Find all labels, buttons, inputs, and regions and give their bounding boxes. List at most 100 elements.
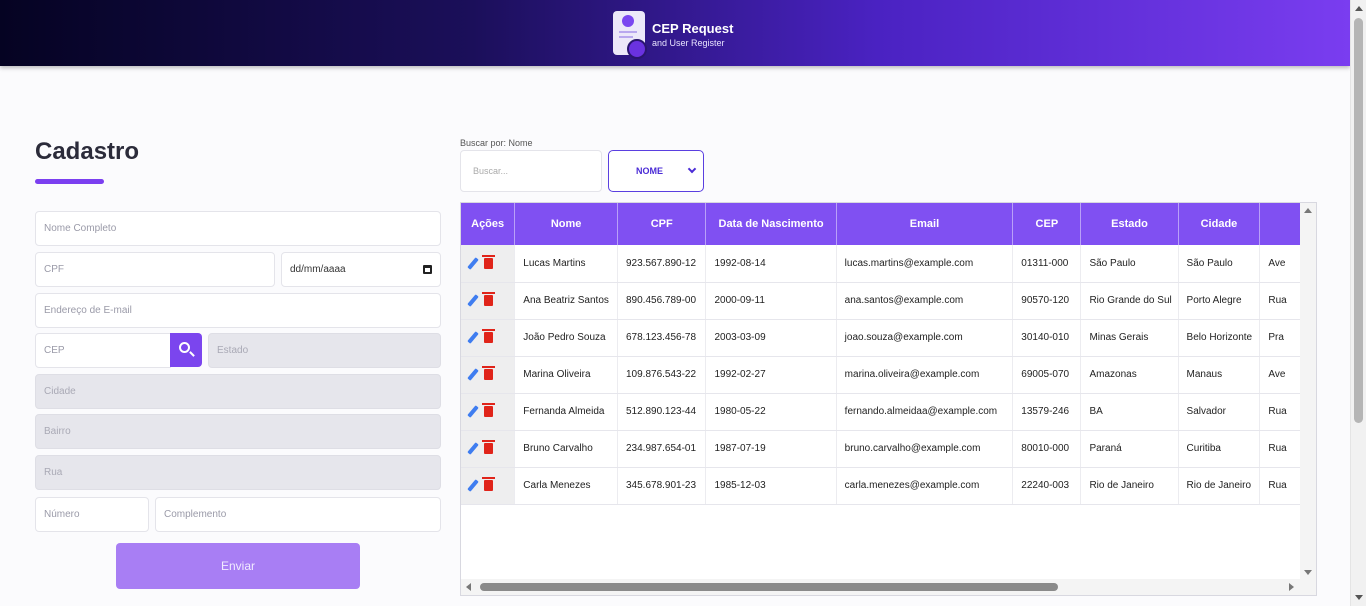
- cell-nome: Marina Oliveira: [514, 356, 618, 394]
- edit-icon[interactable]: [467, 442, 479, 455]
- table-row: Carla Menezes 345.678.901-23 1985-12-03 …: [461, 467, 1316, 505]
- page-scrollbar-thumb[interactable]: [1354, 18, 1363, 423]
- trash-icon[interactable]: [482, 440, 495, 454]
- trash-icon[interactable]: [482, 477, 495, 491]
- row-actions: [461, 319, 516, 357]
- cell-estado: Rio Grande do Sul: [1080, 282, 1179, 320]
- row-actions: [461, 430, 516, 468]
- users-table-container: Ações Nome CPF Data de Nascimento Email …: [460, 202, 1317, 596]
- trash-icon[interactable]: [482, 403, 495, 417]
- calendar-icon[interactable]: [423, 265, 432, 274]
- cell-cidade: Curitiba: [1178, 430, 1261, 468]
- table-scroll-down-icon[interactable]: [1304, 570, 1312, 575]
- trash-icon[interactable]: [482, 254, 495, 269]
- col-header-nascimento: Data de Nascimento: [705, 203, 837, 245]
- table-scroll-right-icon[interactable]: [1289, 583, 1294, 591]
- edit-icon[interactable]: [467, 256, 479, 270]
- cell-estado: Rio de Janeiro: [1080, 467, 1179, 505]
- bairro-field: Bairro: [35, 414, 441, 449]
- cell-nascimento: 2000-09-11: [705, 282, 837, 320]
- edit-icon[interactable]: [467, 479, 479, 492]
- cell-email: marina.oliveira@example.com: [836, 356, 1014, 394]
- cell-cep: 90570-120: [1012, 282, 1082, 320]
- cell-nome: Carla Menezes: [514, 467, 618, 505]
- cell-nome: Fernanda Almeida: [514, 393, 618, 431]
- cell-cpf: 109.876.543-22: [617, 356, 707, 394]
- col-header-nome: Nome: [514, 203, 618, 245]
- numero-field[interactable]: Número: [35, 497, 149, 532]
- edit-icon[interactable]: [467, 368, 479, 381]
- cell-cidade: Manaus: [1178, 356, 1261, 394]
- table-scrollbar-thumb[interactable]: [480, 583, 1058, 591]
- app-title: CEP Request: [652, 21, 734, 36]
- estado-field: Estado: [208, 333, 441, 368]
- search-input[interactable]: Buscar...: [460, 150, 602, 192]
- cell-nascimento: 1980-05-22: [705, 393, 837, 431]
- map-pin-icon: [627, 39, 647, 59]
- cell-cep: 80010-000: [1012, 430, 1082, 468]
- edit-icon[interactable]: [467, 294, 479, 307]
- email-field[interactable]: Endereço de E-mail: [35, 293, 441, 328]
- row-actions: [461, 245, 516, 283]
- cep-search-button[interactable]: [170, 333, 202, 367]
- cell-cpf: 512.890.123-44: [617, 393, 707, 431]
- cell-cpf: 923.567.890-12: [617, 245, 707, 283]
- table-scroll-left-icon[interactable]: [466, 583, 471, 591]
- cell-nome: Lucas Martins: [514, 245, 618, 283]
- cell-email: carla.menezes@example.com: [836, 467, 1014, 505]
- trash-icon[interactable]: [482, 329, 495, 343]
- row-actions: [461, 356, 516, 394]
- table-row: Fernanda Almeida 512.890.123-44 1980-05-…: [461, 393, 1316, 431]
- col-header-acoes: Ações: [461, 203, 516, 245]
- search-by-label: Buscar por: Nome: [460, 138, 533, 148]
- table-scroll-up-icon[interactable]: [1304, 208, 1312, 213]
- cell-email: fernando.almeidaa@example.com: [836, 393, 1014, 431]
- table-row: Lucas Martins 923.567.890-12 1992-08-14 …: [461, 245, 1316, 283]
- submit-button[interactable]: Enviar: [116, 543, 360, 589]
- cell-nome: João Pedro Souza: [514, 319, 618, 357]
- cell-cpf: 234.987.654-01: [617, 430, 707, 468]
- col-header-cidade: Cidade: [1178, 203, 1261, 245]
- trash-icon[interactable]: [482, 366, 495, 380]
- row-actions: [461, 393, 516, 431]
- table-horizontal-scrollbar[interactable]: [461, 579, 1316, 595]
- cell-cidade: São Paulo: [1178, 245, 1261, 283]
- row-actions: [461, 467, 516, 505]
- table-header-row: Ações Nome CPF Data de Nascimento Email …: [461, 203, 1316, 245]
- complemento-field[interactable]: Complemento: [155, 497, 441, 532]
- cell-nascimento: 1985-12-03: [705, 467, 837, 505]
- cell-cpf: 678.123.456-78: [617, 319, 707, 357]
- scroll-up-icon[interactable]: [1355, 6, 1363, 11]
- cidade-field: Cidade: [35, 374, 441, 409]
- cell-cidade: Belo Horizonte: [1178, 319, 1261, 357]
- cell-estado: São Paulo: [1080, 245, 1179, 283]
- cell-nascimento: 1987-07-19: [705, 430, 837, 468]
- birthdate-field[interactable]: dd/mm/aaaa: [281, 252, 441, 287]
- search-field-select[interactable]: NOME: [608, 150, 704, 192]
- cell-cidade: Rio de Janeiro: [1178, 467, 1261, 505]
- search-icon: [179, 342, 190, 353]
- rua-field: Rua: [35, 455, 441, 490]
- nome-completo-field[interactable]: Nome Completo: [35, 211, 441, 246]
- cep-field[interactable]: CEP: [35, 333, 171, 368]
- table-vertical-scrollbar[interactable]: [1300, 203, 1316, 579]
- cell-cep: 13579-246: [1012, 393, 1082, 431]
- cpf-field[interactable]: CPF: [35, 252, 275, 287]
- cell-nome: Bruno Carvalho: [514, 430, 618, 468]
- page-scrollbar[interactable]: [1350, 0, 1366, 606]
- trash-icon[interactable]: [482, 292, 495, 306]
- cell-nome: Ana Beatriz Santos: [514, 282, 618, 320]
- search-select-value: NOME: [636, 166, 663, 176]
- cell-cidade: Porto Alegre: [1178, 282, 1261, 320]
- edit-icon[interactable]: [467, 405, 479, 418]
- app-header: CEP Request and User Register: [0, 0, 1350, 66]
- table-row: Ana Beatriz Santos 890.456.789-00 2000-0…: [461, 282, 1316, 320]
- cell-cpf: 345.678.901-23: [617, 467, 707, 505]
- cell-nascimento: 1992-08-14: [705, 245, 837, 283]
- table-row: Bruno Carvalho 234.987.654-01 1987-07-19…: [461, 430, 1316, 468]
- edit-icon[interactable]: [467, 331, 479, 344]
- cell-estado: BA: [1080, 393, 1179, 431]
- cell-cidade: Salvador: [1178, 393, 1261, 431]
- scroll-down-icon[interactable]: [1355, 595, 1363, 600]
- cell-email: ana.santos@example.com: [836, 282, 1014, 320]
